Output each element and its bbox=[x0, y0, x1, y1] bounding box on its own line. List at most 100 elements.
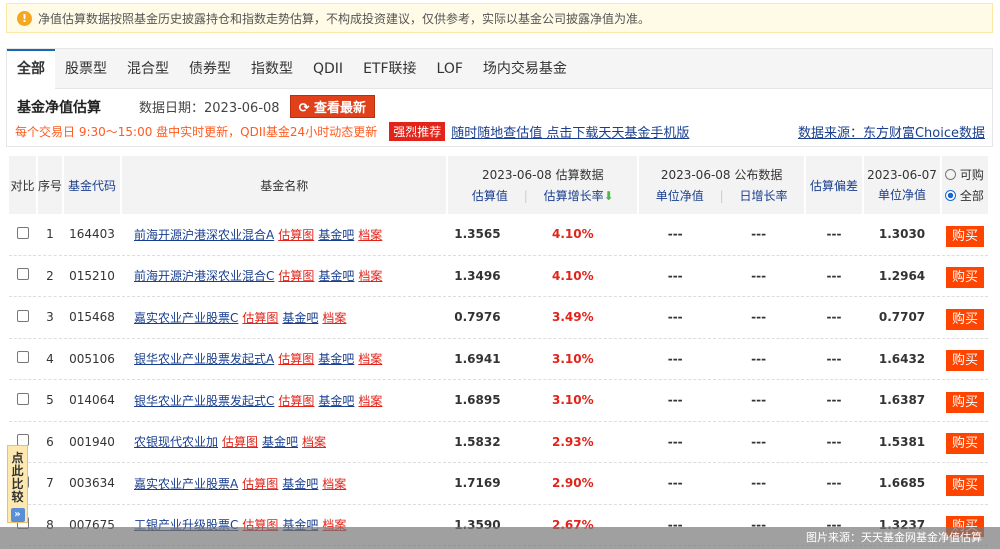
estimate-rate: 2.93% bbox=[508, 422, 637, 464]
fund-bar-link[interactable]: 基金吧 bbox=[318, 228, 354, 242]
fund-name-link[interactable]: 前海开源沪港深农业混合A bbox=[134, 228, 274, 242]
filter-all[interactable]: 全部 bbox=[945, 187, 988, 204]
compare-checkbox[interactable] bbox=[9, 380, 36, 422]
tab-1[interactable]: 股票型 bbox=[55, 49, 117, 88]
archive-link[interactable]: 档案 bbox=[302, 435, 326, 449]
fund-bar-link[interactable]: 基金吧 bbox=[282, 311, 318, 325]
fund-name-link[interactable]: 嘉实农业产业股票A bbox=[134, 477, 238, 491]
estimate-rate: 2.90% bbox=[508, 463, 637, 505]
sort-est-rate[interactable]: 估算增长率 bbox=[544, 189, 604, 203]
fund-bar-link[interactable]: 基金吧 bbox=[262, 435, 298, 449]
table-row: 7 003634 嘉实农业产业股票A估算图基金吧档案 1.7169 2.90% … bbox=[9, 463, 988, 505]
deviation: --- bbox=[806, 463, 862, 505]
fund-name-link[interactable]: 银华农业产业股票发起式C bbox=[134, 394, 274, 408]
fund-code: 164403 bbox=[64, 214, 120, 256]
daily-rate: --- bbox=[713, 297, 804, 339]
tab-2[interactable]: 混合型 bbox=[117, 49, 179, 88]
archive-link[interactable]: 档案 bbox=[322, 477, 346, 491]
prev-nav: 1.2964 bbox=[864, 256, 940, 298]
tab-6[interactable]: ETF联接 bbox=[353, 49, 426, 88]
fund-name-cell: 银华农业产业股票发起式C 估算图基金吧档案 bbox=[122, 380, 446, 422]
estimate-value: 1.6895 bbox=[448, 380, 506, 422]
archive-link[interactable]: 档案 bbox=[358, 394, 382, 408]
tab-4[interactable]: 指数型 bbox=[241, 49, 303, 88]
estimate-chart-link[interactable]: 估算图 bbox=[242, 477, 278, 491]
fund-bar-link[interactable]: 基金吧 bbox=[282, 477, 318, 491]
buy-cell: 购买 bbox=[942, 463, 988, 505]
fund-name-cell: 银华农业产业股票发起式A 估算图基金吧档案 bbox=[122, 339, 446, 381]
disclaimer-text: 净值估算数据按照基金历史披露持仓和指数走势估算，不构成投资建议，仅供参考，实际以… bbox=[38, 10, 650, 27]
compare-side-tab[interactable]: 点此比较» bbox=[7, 445, 28, 523]
estimate-chart-link[interactable]: 估算图 bbox=[278, 228, 314, 242]
compare-checkbox[interactable] bbox=[9, 256, 36, 298]
tab-8[interactable]: 场内交易基金 bbox=[473, 49, 577, 88]
row-index: 6 bbox=[38, 422, 62, 464]
fund-bar-link[interactable]: 基金吧 bbox=[318, 269, 354, 283]
estimate-chart-link[interactable]: 估算图 bbox=[278, 269, 314, 283]
estimate-chart-link[interactable]: 估算图 bbox=[222, 435, 258, 449]
sort-est-value[interactable]: 估算值 bbox=[472, 189, 508, 203]
estimate-chart-link[interactable]: 估算图 bbox=[278, 352, 314, 366]
fund-code: 005106 bbox=[64, 339, 120, 381]
row-index: 3 bbox=[38, 297, 62, 339]
buy-button[interactable]: 购买 bbox=[946, 475, 984, 496]
buy-cell: 购买 bbox=[942, 297, 988, 339]
sort-prev-nav[interactable]: 单位净值 bbox=[864, 186, 940, 203]
unit-nav: --- bbox=[639, 339, 711, 381]
fund-name-link[interactable]: 农银现代农业加 bbox=[134, 435, 218, 449]
fund-name-link[interactable]: 银华农业产业股票发起式A bbox=[134, 352, 274, 366]
unit-nav: --- bbox=[639, 380, 711, 422]
col-deviation[interactable]: 估算偏差 bbox=[806, 156, 862, 214]
tab-5[interactable]: QDII bbox=[303, 49, 353, 88]
buy-button[interactable]: 购买 bbox=[946, 350, 984, 371]
estimate-rate: 4.10% bbox=[508, 214, 637, 256]
col-name: 基金名称 bbox=[122, 156, 446, 214]
fund-name-link[interactable]: 嘉实农业产业股票C bbox=[134, 311, 238, 325]
tab-7[interactable]: LOF bbox=[427, 49, 473, 88]
app-download-link[interactable]: 随时随地查估值 点击下载天天基金手机版 bbox=[451, 122, 689, 141]
estimate-chart-link[interactable]: 估算图 bbox=[242, 311, 278, 325]
col-compare: 对比 bbox=[9, 156, 36, 214]
prev-nav: 1.6387 bbox=[864, 380, 940, 422]
fund-name-cell: 嘉实农业产业股票C 估算图基金吧档案 bbox=[122, 297, 446, 339]
deviation: --- bbox=[806, 380, 862, 422]
col-code[interactable]: 基金代码 bbox=[64, 156, 120, 214]
fund-name-link[interactable]: 前海开源沪港深农业混合C bbox=[134, 269, 274, 283]
fund-bar-link[interactable]: 基金吧 bbox=[318, 352, 354, 366]
compare-checkbox[interactable] bbox=[9, 214, 36, 256]
filter-buyable[interactable]: 可购 bbox=[945, 166, 988, 183]
tab-0[interactable]: 全部 bbox=[7, 49, 55, 90]
fund-code: 001940 bbox=[64, 422, 120, 464]
buy-cell: 购买 bbox=[942, 339, 988, 381]
sort-daily-rate[interactable]: 日增长率 bbox=[739, 189, 787, 203]
row-index: 2 bbox=[38, 256, 62, 298]
archive-link[interactable]: 档案 bbox=[358, 352, 382, 366]
radio-selected-icon bbox=[945, 190, 956, 201]
archive-link[interactable]: 档案 bbox=[358, 269, 382, 283]
estimate-chart-link[interactable]: 估算图 bbox=[278, 394, 314, 408]
sort-unit-nav[interactable]: 单位净值 bbox=[656, 189, 704, 203]
estimate-value: 1.6941 bbox=[448, 339, 506, 381]
deviation: --- bbox=[806, 297, 862, 339]
data-source-link[interactable]: 数据来源：东方财富Choice数据 bbox=[798, 122, 985, 141]
daily-rate: --- bbox=[713, 422, 804, 464]
prev-nav: 1.6685 bbox=[864, 463, 940, 505]
archive-link[interactable]: 档案 bbox=[358, 228, 382, 242]
fund-name-cell: 农银现代农业加估算图基金吧档案 bbox=[122, 422, 446, 464]
compare-checkbox[interactable] bbox=[9, 339, 36, 381]
estimate-rate: 4.10% bbox=[508, 256, 637, 298]
fund-code: 015468 bbox=[64, 297, 120, 339]
buy-button[interactable]: 购买 bbox=[946, 392, 984, 413]
buy-button[interactable]: 购买 bbox=[946, 226, 984, 247]
update-note: 每个交易日 9:30～15:00 盘中实时更新，QDII基金24小时动态更新 bbox=[15, 123, 377, 140]
archive-link[interactable]: 档案 bbox=[322, 311, 346, 325]
refresh-button[interactable]: ⟳ 查看最新 bbox=[290, 95, 375, 118]
fund-bar-link[interactable]: 基金吧 bbox=[318, 394, 354, 408]
buy-button[interactable]: 购买 bbox=[946, 433, 984, 454]
tab-3[interactable]: 债券型 bbox=[179, 49, 241, 88]
row-index: 4 bbox=[38, 339, 62, 381]
compare-checkbox[interactable] bbox=[9, 297, 36, 339]
estimate-value: 1.3496 bbox=[448, 256, 506, 298]
buy-button[interactable]: 购买 bbox=[946, 309, 984, 330]
buy-button[interactable]: 购买 bbox=[946, 267, 984, 288]
